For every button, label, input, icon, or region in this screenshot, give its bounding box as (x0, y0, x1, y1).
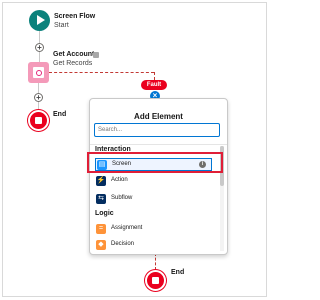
end-label: End (53, 111, 67, 118)
fault-connector (49, 72, 154, 73)
element-item-action[interactable]: ⚡ Action (95, 175, 212, 188)
screen-highlight (87, 152, 223, 173)
fault-connector (155, 253, 156, 270)
get-records-title: Get Accounts (53, 51, 99, 58)
end-label: End (171, 269, 185, 276)
element-item-subflow[interactable]: ⇆ Subflow (95, 193, 212, 206)
element-item-decision[interactable]: ◆ Decision (95, 239, 212, 252)
panel-title: Add Element (134, 112, 183, 121)
subflow-icon: ⇆ (96, 194, 106, 204)
start-subtitle: Start (54, 22, 69, 29)
description-icon (93, 52, 99, 58)
element-label: Assignment (111, 225, 143, 231)
element-label: Subflow (111, 195, 133, 201)
add-element-panel: Add Element Search... Interaction ▤ Scre… (89, 98, 228, 255)
add-element-button[interactable]: + (35, 43, 44, 52)
divider (90, 144, 227, 145)
start-title: Screen Flow (54, 13, 96, 20)
end-node[interactable] (28, 110, 49, 131)
fault-badge: Fault (141, 80, 167, 90)
element-label: Action (111, 177, 128, 183)
end-node[interactable] (145, 270, 166, 291)
assignment-icon: = (96, 224, 106, 234)
element-item-assignment[interactable]: = Assignment (95, 223, 212, 236)
section-header-logic: Logic (95, 210, 114, 217)
start-node[interactable] (29, 10, 50, 31)
decision-icon: ◆ (96, 240, 106, 250)
element-label: Decision (111, 241, 135, 247)
action-icon: ⚡ (96, 176, 106, 186)
search-input[interactable]: Search... (94, 123, 220, 137)
fault-connector (154, 72, 155, 80)
get-records-subtitle: Get Records (53, 60, 93, 67)
add-element-button[interactable]: + (34, 93, 43, 102)
get-records-node[interactable] (28, 62, 49, 83)
